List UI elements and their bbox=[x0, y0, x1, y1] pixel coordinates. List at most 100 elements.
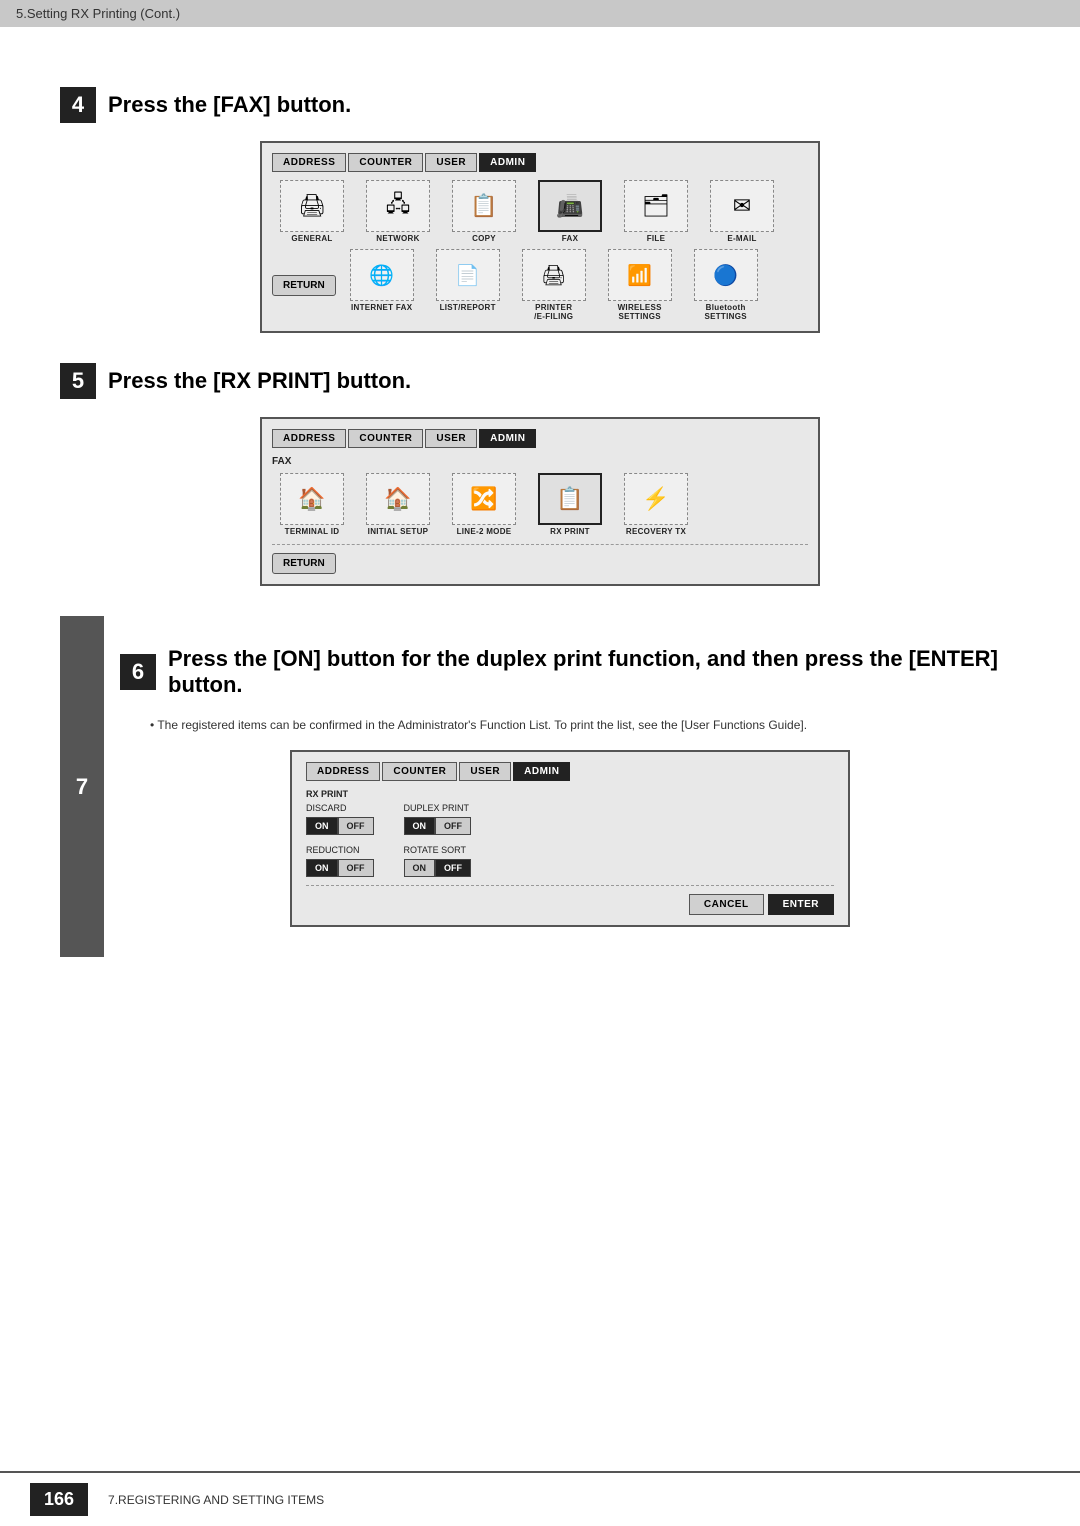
icon-copy-label: COPY bbox=[472, 234, 496, 243]
main-content: 4 Press the [FAX] button. ADDRESS COUNTE… bbox=[0, 27, 1080, 1027]
top-bar: 5.Setting RX Printing (Cont.) bbox=[0, 0, 1080, 27]
duplex-on-btn[interactable]: ON bbox=[404, 817, 436, 835]
icon-fax-label: FAX bbox=[562, 234, 578, 243]
step6-divider bbox=[306, 885, 834, 886]
step4-icon-row2-with-return: RETURN 🌐 INTERNET FAX 📄 LIST/REPORT bbox=[272, 249, 808, 321]
step4-tab-user[interactable]: USER bbox=[425, 153, 477, 172]
rotate-label: ROTATE SORT bbox=[404, 845, 472, 855]
step6-right-col: DUPLEX PRINT ON OFF ROTATE SORT ON OFF bbox=[404, 803, 472, 877]
step6-two-col: DISCARD ON OFF REDUCTION ON OFF DUP bbox=[306, 803, 834, 877]
icon-file-box: 🗂 bbox=[624, 180, 688, 232]
icon-fax[interactable]: 📠 FAX bbox=[530, 180, 610, 243]
step6-outer: 7 6 Press the [ON] button for the duplex… bbox=[60, 616, 1020, 957]
top-bar-text: 5.Setting RX Printing (Cont.) bbox=[16, 6, 180, 21]
icon-file[interactable]: 🗂 FILE bbox=[616, 180, 696, 243]
step6-tab-address[interactable]: ADDRESS bbox=[306, 762, 380, 781]
icon-wireless-label: WIRELESSSETTINGS bbox=[618, 303, 662, 321]
icon-terminal-id-label: TERMINAL ID bbox=[285, 527, 340, 536]
step5-bottom-row: RETURN bbox=[272, 553, 808, 574]
step5-divider bbox=[272, 544, 808, 545]
step5-tab-counter[interactable]: COUNTER bbox=[348, 429, 423, 448]
icon-line2-mode[interactable]: 🔀 LINE-2 MODE bbox=[444, 473, 524, 536]
step4-tab-counter[interactable]: COUNTER bbox=[348, 153, 423, 172]
icon-copy[interactable]: 📋 COPY bbox=[444, 180, 524, 243]
step5-tab-address[interactable]: ADDRESS bbox=[272, 429, 346, 448]
icon-list-report[interactable]: 📄 LIST/REPORT bbox=[428, 249, 508, 321]
icon-recovery-tx-box: ⚡ bbox=[624, 473, 688, 525]
icon-wireless[interactable]: 📶 WIRELESSSETTINGS bbox=[600, 249, 680, 321]
icon-general-label: GENERAL bbox=[291, 234, 332, 243]
step6-action-row: CANCEL ENTER bbox=[306, 894, 834, 915]
discard-on-btn[interactable]: ON bbox=[306, 817, 338, 835]
icon-general-box: 🖨 bbox=[280, 180, 344, 232]
step6-tab-admin[interactable]: ADMIN bbox=[513, 762, 570, 781]
step4-return-btn[interactable]: RETURN bbox=[272, 275, 336, 296]
step6-tab-counter[interactable]: COUNTER bbox=[382, 762, 457, 781]
side-tab-7: 7 bbox=[60, 616, 104, 957]
icon-terminal-id-box: 🏠 bbox=[280, 473, 344, 525]
icon-initial-setup[interactable]: 🏠 INITIAL SETUP bbox=[358, 473, 438, 536]
step4-heading: 4 Press the [FAX] button. bbox=[60, 87, 1020, 123]
step4-tab-row: ADDRESS COUNTER USER ADMIN bbox=[272, 153, 808, 172]
reduction-on-btn[interactable]: ON bbox=[306, 859, 338, 877]
icon-bluetooth[interactable]: 🔵 BluetoothSETTINGS bbox=[686, 249, 766, 321]
icon-initial-setup-label: INITIAL SETUP bbox=[368, 527, 429, 536]
icon-terminal-id[interactable]: 🏠 TERMINAL ID bbox=[272, 473, 352, 536]
cancel-btn[interactable]: CANCEL bbox=[689, 894, 764, 915]
step5-title: Press the [RX PRINT] button. bbox=[108, 368, 411, 394]
step5-panel: ADDRESS COUNTER USER ADMIN FAX 🏠 TERMINA… bbox=[260, 417, 820, 586]
icon-email[interactable]: ✉ E-MAIL bbox=[702, 180, 782, 243]
icon-printer-efiling[interactable]: 🖨 PRINTER/E-FILING bbox=[514, 249, 594, 321]
step6-heading: 6 Press the [ON] button for the duplex p… bbox=[120, 646, 1020, 698]
duplex-off-btn[interactable]: OFF bbox=[435, 817, 471, 835]
footer-text: 7.REGISTERING AND SETTING ITEMS bbox=[108, 1493, 324, 1507]
step4-number: 4 bbox=[60, 87, 96, 123]
step6-tab-user[interactable]: USER bbox=[459, 762, 511, 781]
icon-internet-fax[interactable]: 🌐 INTERNET FAX bbox=[342, 249, 422, 321]
step4-icon-row2: 🌐 INTERNET FAX 📄 LIST/REPORT 🖨 PRINTER/E… bbox=[342, 249, 766, 321]
step6-tab-row: ADDRESS COUNTER USER ADMIN bbox=[306, 762, 834, 781]
step5-number: 5 bbox=[60, 363, 96, 399]
step5-tab-user[interactable]: USER bbox=[425, 429, 477, 448]
page-number: 166 bbox=[30, 1483, 88, 1516]
icon-email-label: E-MAIL bbox=[727, 234, 756, 243]
icon-rx-print-box: 📋 bbox=[538, 473, 602, 525]
duplex-toggle: ON OFF bbox=[404, 817, 472, 835]
icon-general[interactable]: 🖨 GENERAL bbox=[272, 180, 352, 243]
icon-printer-efiling-label: PRINTER/E-FILING bbox=[534, 303, 573, 321]
step4-panel: ADDRESS COUNTER USER ADMIN 🖨 GENERAL 🖧 N… bbox=[260, 141, 820, 333]
step6-section-title: RX PRINT bbox=[306, 789, 834, 799]
icon-rx-print[interactable]: 📋 RX PRINT bbox=[530, 473, 610, 536]
icon-network[interactable]: 🖧 NETWORK bbox=[358, 180, 438, 243]
discard-off-btn[interactable]: OFF bbox=[338, 817, 374, 835]
icon-line2-mode-box: 🔀 bbox=[452, 473, 516, 525]
enter-btn[interactable]: ENTER bbox=[768, 894, 834, 915]
icon-recovery-tx-label: RECOVERY TX bbox=[626, 527, 686, 536]
reduction-off-btn[interactable]: OFF bbox=[338, 859, 374, 877]
rotate-off-btn[interactable]: OFF bbox=[435, 859, 471, 877]
step5-tab-admin[interactable]: ADMIN bbox=[479, 429, 536, 448]
step6-title: Press the [ON] button for the duplex pri… bbox=[168, 646, 1020, 698]
step4-icon-row1: 🖨 GENERAL 🖧 NETWORK 📋 COPY 📠 bbox=[272, 180, 808, 243]
icon-rx-print-label: RX PRINT bbox=[550, 527, 590, 536]
step5-tab-row: ADDRESS COUNTER USER ADMIN bbox=[272, 429, 808, 448]
icon-list-report-label: LIST/REPORT bbox=[440, 303, 496, 312]
step4-tab-address[interactable]: ADDRESS bbox=[272, 153, 346, 172]
icon-list-report-box: 📄 bbox=[436, 249, 500, 301]
rotate-on-btn[interactable]: ON bbox=[404, 859, 436, 877]
icon-internet-fax-box: 🌐 bbox=[350, 249, 414, 301]
discard-label: DISCARD bbox=[306, 803, 374, 813]
rotate-toggle: ON OFF bbox=[404, 859, 472, 877]
step4-tab-admin[interactable]: ADMIN bbox=[479, 153, 536, 172]
step5-heading: 5 Press the [RX PRINT] button. bbox=[60, 363, 1020, 399]
icon-email-box: ✉ bbox=[710, 180, 774, 232]
icon-recovery-tx[interactable]: ⚡ RECOVERY TX bbox=[616, 473, 696, 536]
discard-toggle: ON OFF bbox=[306, 817, 374, 835]
step5-fax-label: FAX bbox=[272, 456, 808, 467]
icon-network-box: 🖧 bbox=[366, 180, 430, 232]
step6-note: The registered items can be confirmed in… bbox=[150, 716, 1020, 734]
step5-icon-row: 🏠 TERMINAL ID 🏠 INITIAL SETUP 🔀 LINE-2 M… bbox=[272, 473, 808, 536]
icon-printer-efiling-box: 🖨 bbox=[522, 249, 586, 301]
step5-return-btn[interactable]: RETURN bbox=[272, 553, 336, 574]
reduction-toggle: ON OFF bbox=[306, 859, 374, 877]
